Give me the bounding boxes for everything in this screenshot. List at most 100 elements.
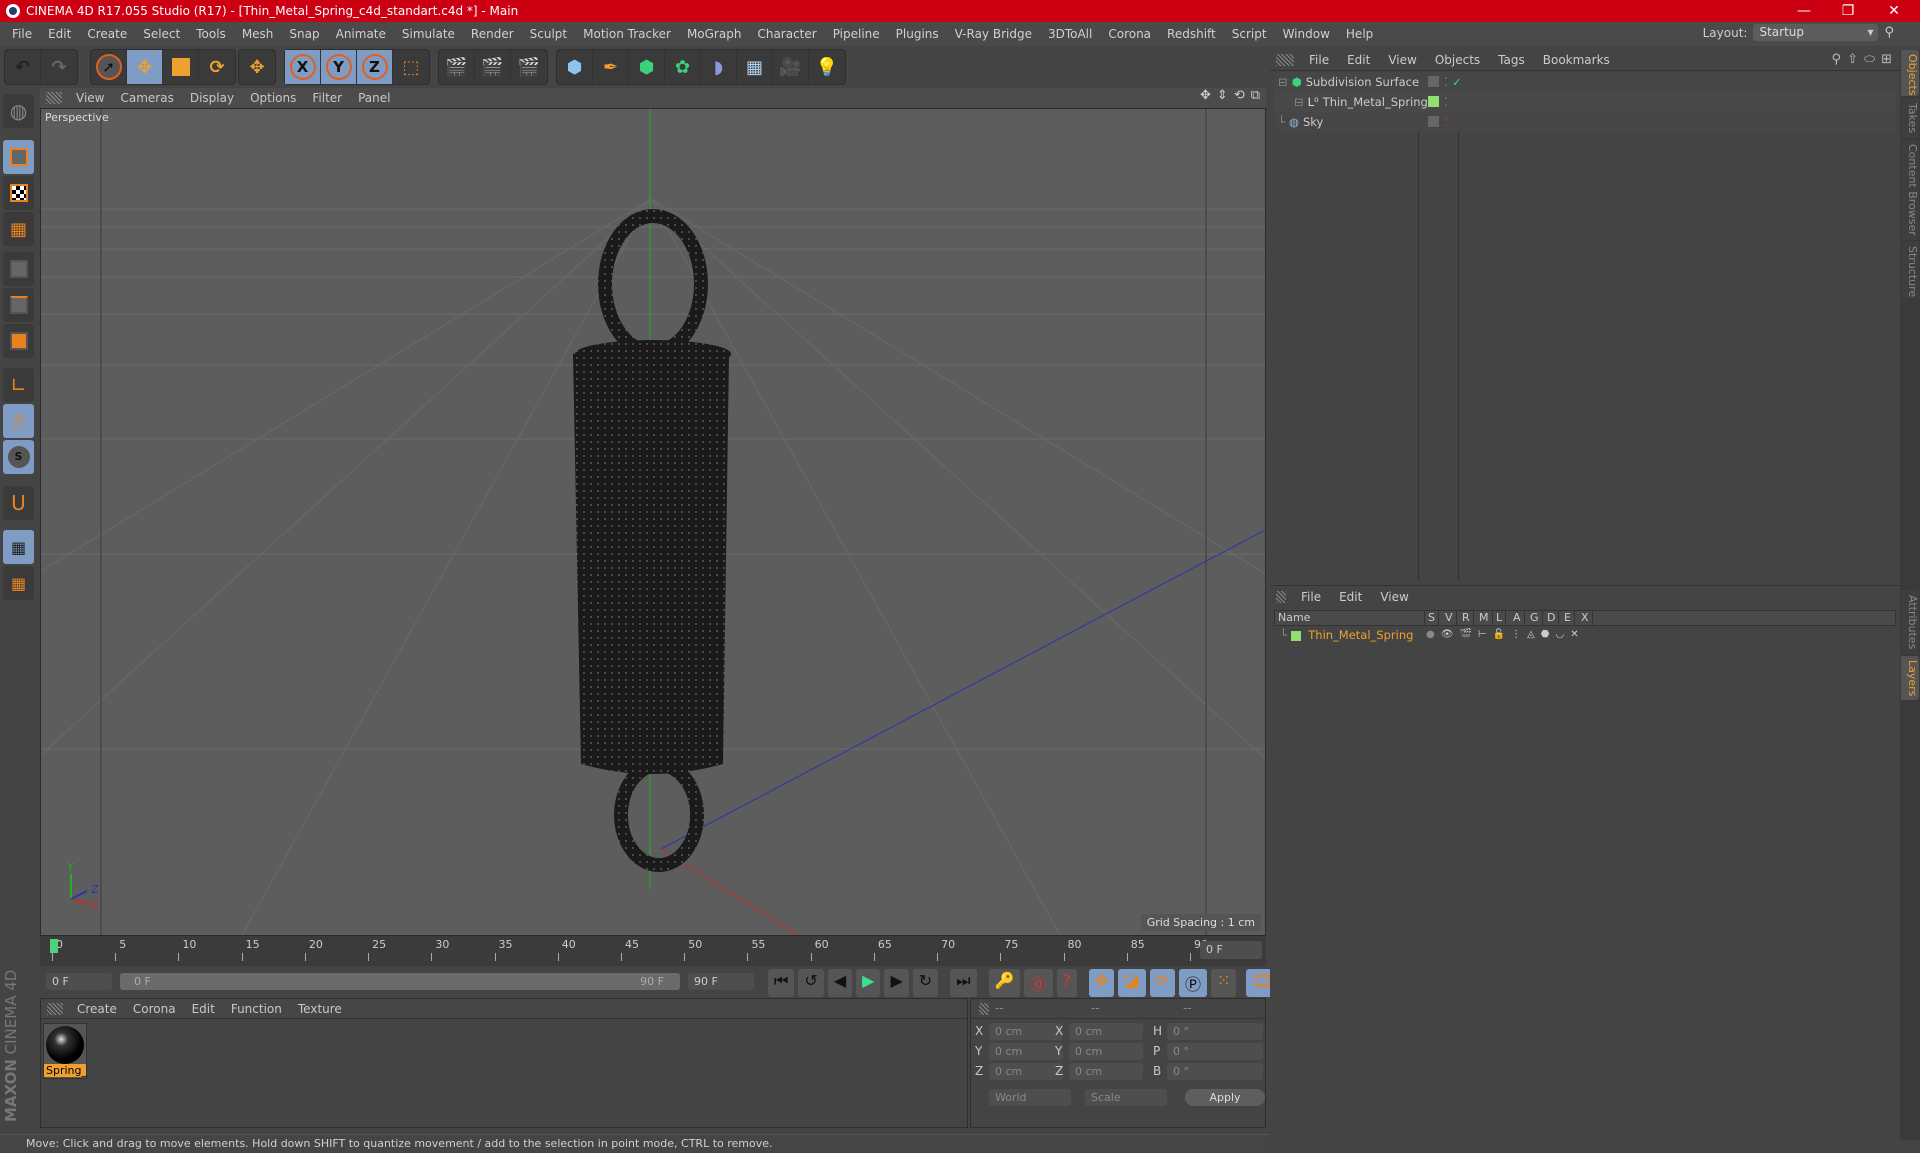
layer-tag-icon[interactable] xyxy=(1428,76,1439,87)
cube-icon[interactable]: ⬢ xyxy=(557,50,593,84)
layer-column-a[interactable]: A xyxy=(1510,611,1525,625)
layer-name[interactable]: Thin_Metal_Spring xyxy=(1308,628,1413,642)
deformer-icon[interactable]: ◗ xyxy=(701,50,737,84)
menu-tools[interactable]: Tools xyxy=(188,27,234,41)
xref-flag-icon[interactable]: ✕ xyxy=(1570,626,1578,644)
layer-column-l[interactable]: L xyxy=(1493,611,1507,625)
key-parameter-icon[interactable]: Ⓟ xyxy=(1178,969,1207,997)
key-position-icon[interactable]: ✥ xyxy=(1089,969,1115,997)
object-menu-tags[interactable]: Tags xyxy=(1489,53,1534,67)
coord-value-field[interactable]: 0 cm xyxy=(989,1023,1063,1040)
object-name[interactable]: Thin_Metal_Spring xyxy=(1323,95,1428,109)
viewport-menu-panel[interactable]: Panel xyxy=(350,91,398,105)
layer-column-g[interactable]: G xyxy=(1527,611,1543,625)
scale-icon[interactable] xyxy=(163,50,199,84)
menu-create[interactable]: Create xyxy=(79,27,135,41)
tab-content-browser[interactable]: Content Browser xyxy=(1901,140,1919,240)
redo-icon[interactable]: ↷ xyxy=(41,50,77,84)
layer-row[interactable]: └ Thin_Metal_Spring ● 👁 🎬 ⊢ 🔓 ⋮ ◬ ⬣ ◡ ✕ xyxy=(1274,626,1896,644)
record-keys-icon[interactable]: 🔑 xyxy=(988,969,1021,997)
solo-flag-icon[interactable]: ● xyxy=(1426,626,1435,644)
orbit-icon[interactable]: ⟲ xyxy=(1234,88,1245,103)
apply-button[interactable]: Apply xyxy=(1185,1089,1265,1106)
home-icon[interactable]: ⇧ xyxy=(1847,52,1858,67)
search-icon[interactable]: ⚲ xyxy=(1832,52,1842,67)
panel-grip-icon[interactable] xyxy=(1276,591,1286,603)
menu-help[interactable]: Help xyxy=(1338,27,1381,41)
coordinate-space-dropdown[interactable]: World xyxy=(989,1089,1071,1106)
layout-dropdown[interactable]: Startup xyxy=(1753,24,1879,41)
render-picture-viewer-icon[interactable]: 🎬 xyxy=(475,50,511,84)
manager-flag-icon[interactable]: ⊢ xyxy=(1478,626,1487,644)
array-icon[interactable]: ✿ xyxy=(665,50,701,84)
object-menu-edit[interactable]: Edit xyxy=(1338,53,1379,67)
camera-icon[interactable]: 🎥 xyxy=(773,50,809,84)
animation-flag-icon[interactable]: ⋮ xyxy=(1511,626,1521,644)
menu-motion-tracker[interactable]: Motion Tracker xyxy=(575,27,679,41)
tree-expander-icon[interactable]: └ xyxy=(1278,115,1285,129)
visibility-dots-icon[interactable]: ⁚ xyxy=(1444,72,1448,92)
menu-plugins[interactable]: Plugins xyxy=(888,27,947,41)
viewport-menu-cameras[interactable]: Cameras xyxy=(112,91,181,105)
timeline-ruler[interactable]: 051015202530354045505560657075808590 0 F xyxy=(40,936,1266,966)
menu-select[interactable]: Select xyxy=(135,27,188,41)
edges-mode-icon[interactable] xyxy=(3,288,34,322)
render-settings-icon[interactable]: 🎬 xyxy=(511,50,547,84)
layer-color-swatch[interactable] xyxy=(1290,630,1301,641)
render-flag-icon[interactable]: 🎬 xyxy=(1459,626,1471,644)
snap-magnet-icon[interactable]: U xyxy=(3,486,34,520)
panel-grip-icon[interactable] xyxy=(46,92,62,104)
menu-file[interactable]: File xyxy=(4,27,40,41)
previous-key-icon[interactable]: ↺ xyxy=(798,969,824,997)
tab-objects[interactable]: Objects xyxy=(1901,50,1919,96)
layer-menu-edit[interactable]: Edit xyxy=(1330,590,1371,604)
panel-grip-icon[interactable] xyxy=(47,1002,63,1015)
render-view-icon[interactable]: 🎬 xyxy=(439,50,475,84)
y-axis-icon[interactable]: Y xyxy=(321,50,357,84)
previous-frame-icon[interactable]: ◀ xyxy=(827,969,853,997)
material-name[interactable]: Spring_ xyxy=(44,1064,87,1077)
object-name[interactable]: Sky xyxy=(1303,115,1323,129)
key-scale-icon[interactable]: ◪ xyxy=(1118,969,1146,997)
coordinate-mode-dropdown[interactable]: Scale xyxy=(1085,1089,1167,1106)
menu-v-ray-bridge[interactable]: V-Ray Bridge xyxy=(947,27,1040,41)
dolly-icon[interactable]: ⇕ xyxy=(1217,88,1228,103)
solo-mode-icon[interactable]: S xyxy=(3,440,34,474)
object-menu-bookmarks[interactable]: Bookmarks xyxy=(1534,53,1619,67)
z-axis-icon[interactable]: Z xyxy=(357,50,393,84)
key-pla-icon[interactable]: ⁙ xyxy=(1210,969,1237,997)
enabled-check-icon[interactable]: ✓ xyxy=(1452,72,1462,92)
x-axis-icon[interactable]: X xyxy=(285,50,321,84)
object-menu-objects[interactable]: Objects xyxy=(1426,53,1489,67)
workplane-align-icon[interactable]: ▦ xyxy=(3,566,34,600)
layer-column-d[interactable]: D xyxy=(1544,611,1560,625)
workplane-mode-icon[interactable]: ▦ xyxy=(3,212,34,246)
expression-flag-icon[interactable]: ◡ xyxy=(1556,626,1565,644)
go-to-end-icon[interactable]: ⏭ xyxy=(950,969,977,997)
coord-value-field[interactable]: 0 cm xyxy=(1069,1063,1143,1080)
layer-tag-icon[interactable] xyxy=(1428,96,1439,107)
menu-animate[interactable]: Animate xyxy=(328,27,394,41)
live-move-icon[interactable]: ✥ xyxy=(239,50,275,84)
viewport-menu-display[interactable]: Display xyxy=(182,91,242,105)
lock-flag-icon[interactable]: 🔓 xyxy=(1493,626,1505,644)
make-editable-icon[interactable]: ◍ xyxy=(3,94,34,128)
tree-expander-icon[interactable]: ⊟ xyxy=(1278,75,1288,89)
coord-value-field[interactable]: 0 ° xyxy=(1167,1023,1263,1040)
coord-value-field[interactable]: 0 cm xyxy=(1069,1023,1143,1040)
object-menu-file[interactable]: File xyxy=(1300,53,1338,67)
select-icon[interactable]: ➚ xyxy=(91,50,127,84)
material-menu-edit[interactable]: Edit xyxy=(184,1002,223,1016)
model-mode-icon[interactable] xyxy=(3,140,34,174)
tweak-mode-icon[interactable]: 🖱 xyxy=(3,404,34,438)
minimize-icon[interactable]: — xyxy=(1782,0,1826,22)
menu-simulate[interactable]: Simulate xyxy=(394,27,463,41)
toggle-icon[interactable]: ⬭ xyxy=(1864,52,1875,67)
key-rotation-icon[interactable]: ⟳ xyxy=(1149,969,1175,997)
next-frame-icon[interactable]: ▶ xyxy=(884,969,909,997)
menu-snap[interactable]: Snap xyxy=(281,27,327,41)
undo-icon[interactable]: ↶ xyxy=(5,50,41,84)
visibility-dots-icon[interactable]: ⁚ xyxy=(1444,112,1448,132)
viewport-perspective[interactable]: Y X Z Perspective Grid Spacing : 1 cm xyxy=(40,108,1266,936)
viewport-menu-options[interactable]: Options xyxy=(242,91,304,105)
